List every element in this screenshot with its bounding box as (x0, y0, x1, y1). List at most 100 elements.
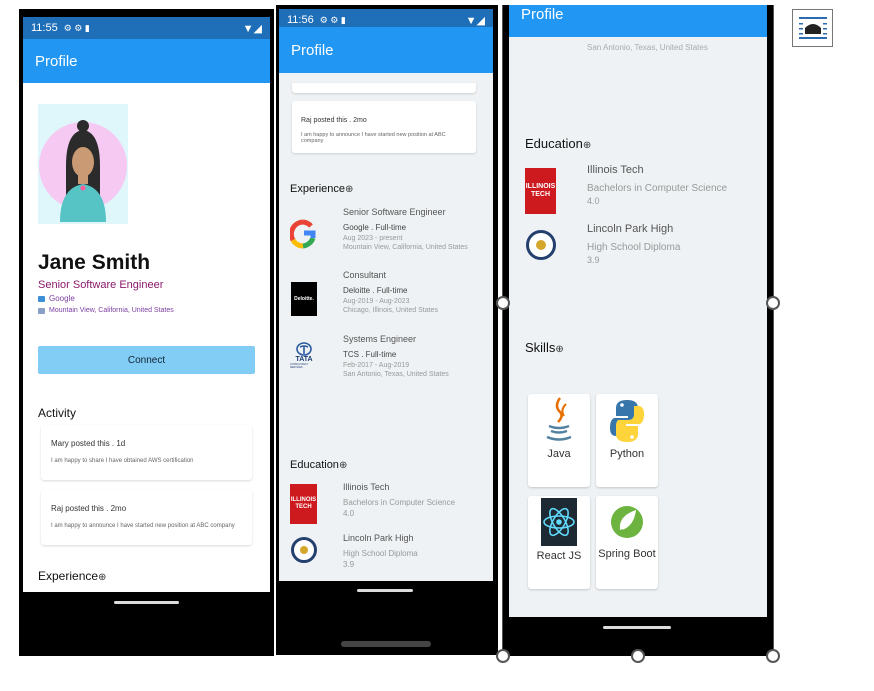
phone-frame-1: 11:55 ⚙ ⚙ ▮ ▼◢ Profile Jane Smith Senior… (19, 9, 274, 656)
app-bar: Profile (23, 39, 270, 83)
location-icon (38, 307, 45, 314)
experience-company: Deloitte . Full-time (343, 286, 408, 295)
experience-company: Google . Full-time (343, 223, 407, 232)
experience-location: San Antonio, Texas, United States (343, 371, 449, 378)
google-g-icon (290, 219, 316, 249)
resize-handle[interactable] (631, 649, 645, 663)
resize-handle[interactable] (766, 649, 780, 663)
location-text-partial: San Antonio, Texas, United States (587, 43, 708, 52)
status-icons: ⚙ ⚙ ▮ (63, 22, 90, 33)
python-icon (610, 400, 644, 442)
experience-company: TCS . Full-time (343, 350, 397, 359)
app-title: Profile (521, 6, 564, 23)
text-wrap-icon (798, 17, 827, 39)
activity-post-partial (292, 83, 476, 93)
react-atom-icon (543, 507, 575, 537)
activity-post[interactable]: Raj posted this . 2mo I am happy to anno… (41, 490, 252, 545)
experience-item[interactable]: TATA CONSULTANCY SERVICES Systems Engine… (290, 334, 490, 392)
education-degree: Bachelors in Computer Science (587, 183, 728, 194)
education-gpa: 4.0 (587, 196, 600, 206)
phone-1-screen: 11:55 ⚙ ⚙ ▮ ▼◢ Profile Jane Smith Senior… (23, 17, 270, 592)
skill-card-spring-boot[interactable]: Spring Boot (596, 496, 658, 589)
resize-handle[interactable] (766, 296, 780, 310)
avatar-illustration (39, 120, 127, 222)
home-indicator[interactable] (114, 601, 179, 604)
experience-title: Senior Software Engineer (343, 207, 446, 217)
post-body: I am happy to announce I have started ne… (301, 132, 446, 144)
illinois-tech-logo-text: ILLINOIS TECH (525, 183, 556, 198)
layout-options-button[interactable] (792, 9, 833, 47)
education-item[interactable]: Lincoln Park High High School Diploma 3.… (525, 223, 755, 278)
experience-heading: Experience⊕ (290, 183, 353, 195)
education-degree: High School Diploma (587, 242, 681, 253)
briefcase-icon (38, 295, 45, 302)
company-name: Google (49, 294, 75, 303)
illinois-tech-logo-text: ILLINOIS TECH (290, 497, 317, 510)
add-experience-icon[interactable]: ⊕ (98, 572, 106, 583)
java-icon (546, 397, 572, 441)
experience-heading: Experience⊕ (38, 569, 106, 583)
status-time: 11:55 (31, 22, 58, 34)
education-gpa: 4.0 (343, 509, 355, 518)
experience-location: Chicago, Illinois, United States (343, 307, 438, 314)
post-body: I am happy to announce I have started ne… (51, 523, 235, 529)
phone-frame-3: Profile San Antonio, Texas, United State… (502, 5, 773, 656)
education-school: Lincoln Park High (343, 533, 414, 543)
activity-post[interactable]: Raj posted this . 2mo I am happy to anno… (292, 101, 476, 153)
deloitte-logo-text: Deloitte. (294, 296, 314, 302)
education-item[interactable]: ILLINOIS TECH Illinois Tech Bachelors in… (525, 164, 755, 219)
add-skill-icon[interactable]: ⊕ (555, 344, 563, 355)
resize-handle[interactable] (496, 296, 510, 310)
post-header: Raj posted this . 2mo (51, 504, 127, 513)
skills-heading: Skills⊕ (525, 340, 564, 355)
education-school: Lincoln Park High (587, 223, 674, 235)
post-header: Mary posted this . 1d (51, 439, 126, 448)
education-heading: Education⊕ (290, 459, 347, 471)
status-bar: 11:55 ⚙ ⚙ ▮ ▼◢ (23, 17, 270, 39)
signal-icon: ▼◢ (465, 14, 485, 27)
profile-company[interactable]: Google (38, 294, 75, 303)
education-item[interactable]: Lincoln Park High High School Diploma 3.… (290, 533, 490, 578)
react-icon (541, 498, 577, 546)
experience-dates: Feb-2017 - Aug-2019 (343, 362, 410, 369)
skills-heading-label: Skills (525, 340, 556, 355)
experience-title: Systems Engineer (343, 334, 417, 344)
connect-button[interactable]: Connect (38, 346, 255, 374)
skill-label: Spring Boot (598, 548, 656, 560)
skill-label: React JS (536, 550, 582, 562)
location-text: Mountain View, California, United States (49, 307, 174, 314)
add-education-icon[interactable]: ⊕ (339, 460, 347, 471)
home-indicator[interactable] (603, 626, 671, 629)
education-heading-label: Education (290, 459, 339, 471)
app-bar: Profile (509, 5, 767, 37)
lincoln-park-seal-icon (526, 230, 556, 260)
activity-post[interactable]: Mary posted this . 1d I am happy to shar… (41, 425, 252, 480)
signal-icon: ▼◢ (242, 22, 262, 35)
activity-heading: Activity (38, 406, 77, 420)
phone-3-screen: Profile San Antonio, Texas, United State… (509, 5, 767, 617)
skill-card-python[interactable]: Python (596, 394, 658, 487)
experience-item[interactable]: Deloitte. Consultant Deloitte . Full-tim… (290, 270, 490, 328)
home-indicator[interactable] (357, 589, 413, 592)
resize-handle[interactable] (496, 649, 510, 663)
tata-emblem-icon (296, 342, 312, 356)
illinois-tech-logo: ILLINOIS TECH (290, 484, 317, 524)
education-gpa: 3.9 (343, 560, 355, 569)
education-degree: Bachelors in Computer Science (343, 498, 456, 507)
skill-card-java[interactable]: Java (528, 394, 590, 487)
experience-item[interactable]: Senior Software Engineer Google . Full-t… (290, 207, 490, 265)
skill-card-react[interactable]: React JS (528, 496, 590, 589)
bottom-bar (341, 641, 431, 647)
education-item[interactable]: ILLINOIS TECH Illinois Tech Bachelors in… (290, 482, 490, 527)
selection-border-right (773, 5, 774, 656)
education-gpa: 3.9 (587, 255, 600, 265)
google-logo (290, 215, 316, 253)
add-experience-icon[interactable]: ⊕ (345, 184, 353, 195)
education-heading: Education⊕ (525, 136, 591, 151)
deloitte-logo: Deloitte. (291, 282, 317, 316)
skill-label: Java (547, 448, 571, 460)
status-icons: ⚙ ⚙ ▮ (319, 14, 346, 25)
education-school: Illinois Tech (343, 482, 390, 492)
profile-location[interactable]: Mountain View, California, United States (38, 307, 174, 314)
add-education-icon[interactable]: ⊕ (583, 140, 591, 151)
